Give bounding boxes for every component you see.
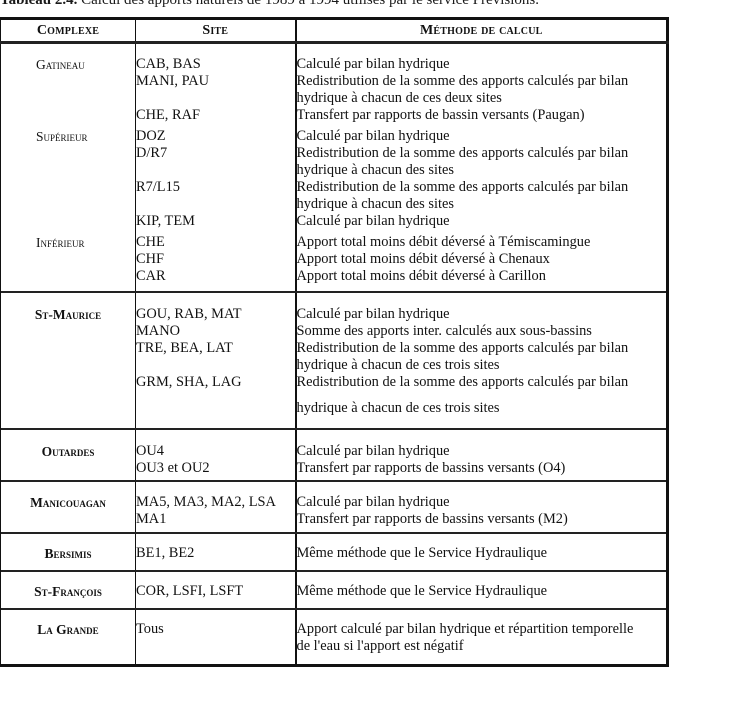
methode-value: Transfert par rapports de bassins versan… [296,460,566,476]
site-value: TRE, BEA, LAT [136,340,233,356]
complexe-cell: Bersimis [0,533,136,572]
methode-value: Même méthode que le Service Hydraulique [296,583,548,599]
site-value: GOU, RAB, MAT [136,306,242,322]
table-header-row: Complexe Site Méthode de calcul [0,18,668,44]
site-value: CAB, BAS [136,56,201,72]
site-cell: CAB, BAS MANI, PAU CHE, RAF [135,42,297,124]
methode-value: hydrique à chacun des sites [296,196,454,212]
methode-value: Apport total moins débit déversé à Témis… [296,234,591,250]
complexe-cell: Gatineau [0,42,136,124]
site-value: D/R7 [136,145,168,161]
complexe-cell: St-Maurice [0,292,136,430]
complexe-cell: Manicouagan [0,481,136,534]
methode-value: hydrique à chacun de ces trois sites [296,400,500,416]
methode-value: Transfert par rapports de bassins versan… [296,511,568,527]
complexe-cell: Outardes [0,429,136,482]
table-row-superieur: Supérieur DOZ D/R7 R7/L15 KIP, TEM Calcu… [0,124,668,230]
site-value: CHE, RAF [136,107,200,123]
site-value: OU3 et OU2 [136,460,210,476]
caption-text: Calcul des apports naturels de 1989 à 19… [81,0,539,8]
methode-value: Redistribution de la somme des apports c… [296,145,629,161]
site-cell: BE1, BE2 [135,533,297,572]
methode-value: Redistribution de la somme des apports c… [296,179,629,195]
methode-cell: Même méthode que le Service Hydraulique [295,571,668,610]
site-value: OU4 [136,443,164,459]
methode-value: de l'eau si l'apport est négatif [296,638,464,654]
methode-value: Apport calculé par bilan hydrique et rép… [296,621,634,637]
site-value: MANO [136,323,180,339]
site-value: CHF [136,251,164,267]
methode-cell: Calculé par bilan hydrique Somme des app… [295,292,668,430]
methode-value: Transfert par rapports de bassin versant… [296,107,585,123]
site-value: DOZ [136,128,166,144]
methode-value: Somme des apports inter. calculés aux so… [296,323,592,339]
methode-value: Calculé par bilan hydrique [296,306,450,322]
methode-cell: Calculé par bilan hydrique Redistributio… [296,124,668,230]
site-value: R7/L15 [136,179,180,195]
apports-table: Complexe Site Méthode de calcul Gatineau… [0,17,669,667]
methode-cell: Calculé par bilan hydrique Transfert par… [295,429,668,482]
table-caption: Tableau 2.4. Calcul des apports naturels… [0,0,539,9]
complexe-cell: La Grande [0,609,136,666]
table-row-la-grande: La Grande Tous Apport calculé par bilan … [0,609,668,666]
methode-value: Calculé par bilan hydrique [296,443,450,459]
site-cell: GOU, RAB, MAT MANO TRE, BEA, LAT GRM, SH… [135,292,297,430]
site-value: COR, LSFI, LSFT [136,583,244,599]
methode-cell: Calculé par bilan hydrique Redistributio… [296,43,668,125]
site-value: CAR [136,268,166,284]
header-complexe: Complexe [0,18,136,44]
methode-cell: Apport calculé par bilan hydrique et rép… [296,609,668,666]
header-methode: Méthode de calcul [295,18,668,44]
methode-value: Calculé par bilan hydrique [296,213,450,229]
complexe-cell: Supérieur [0,124,136,230]
table-row-st-francois: St-François COR, LSFI, LSFT Même méthode… [0,571,668,610]
methode-value: Calculé par bilan hydrique [296,128,450,144]
site-cell: DOZ D/R7 R7/L15 KIP, TEM [135,124,297,230]
site-value: Tous [136,621,164,637]
methode-value: Calculé par bilan hydrique [296,494,450,510]
methode-value: Redistribution de la somme des apports c… [296,374,629,390]
table-row-outardes: Outardes OU4 OU3 et OU2 Calculé par bila… [0,429,668,482]
methode-value: Apport total moins débit déversé à Caril… [296,268,546,284]
complexe-cell: St-François [0,571,136,610]
methode-cell: Même méthode que le Service Hydraulique [295,533,668,572]
methode-value: Redistribution de la somme des apports c… [296,340,629,356]
site-value: GRM, SHA, LAG [136,374,242,390]
methode-value: Apport total moins débit déversé à Chena… [296,251,550,267]
methode-value: hydrique à chacun de ces trois sites [296,357,500,373]
site-cell: OU4 OU3 et OU2 [135,429,297,482]
table-row-st-maurice: St-Maurice GOU, RAB, MAT MANO TRE, BEA, … [0,292,668,430]
methode-value: Redistribution de la somme des apports c… [296,73,629,89]
table-row-gatineau: Gatineau CAB, BAS MANI, PAU CHE, RAF Cal… [0,42,668,125]
site-value: MANI, PAU [136,73,210,89]
methode-cell: Apport total moins débit déversé à Témis… [295,230,668,293]
site-cell: COR, LSFI, LSFT [135,571,297,610]
site-value: BE1, BE2 [136,545,195,561]
table-row-manicouagan: Manicouagan MA5, MA3, MA2, LSA MA1 Calcu… [0,481,668,534]
methode-cell: Calculé par bilan hydrique Transfert par… [295,481,668,534]
site-value: CHE [136,234,165,250]
site-value: MA5, MA3, MA2, LSA [136,494,276,510]
methode-value: Même méthode que le Service Hydraulique [296,545,548,561]
complexe-cell: Inférieur [0,230,136,293]
methode-value: hydrique à chacun de ces deux sites [296,90,502,106]
site-value: KIP, TEM [136,213,195,229]
site-cell: Tous [135,609,297,666]
table-row-bersimis: Bersimis BE1, BE2 Même méthode que le Se… [0,533,668,572]
caption-label: Tableau 2.4. [0,0,78,8]
table-row-inferieur: Inférieur CHE CHF CAR Apport total moins… [0,230,668,293]
methode-value: hydrique à chacun des sites [296,162,454,178]
methode-value: Calculé par bilan hydrique [296,56,450,72]
header-site: Site [135,18,297,44]
site-value: MA1 [136,511,167,527]
site-cell: MA5, MA3, MA2, LSA MA1 [135,481,297,534]
site-cell: CHE CHF CAR [135,230,297,293]
